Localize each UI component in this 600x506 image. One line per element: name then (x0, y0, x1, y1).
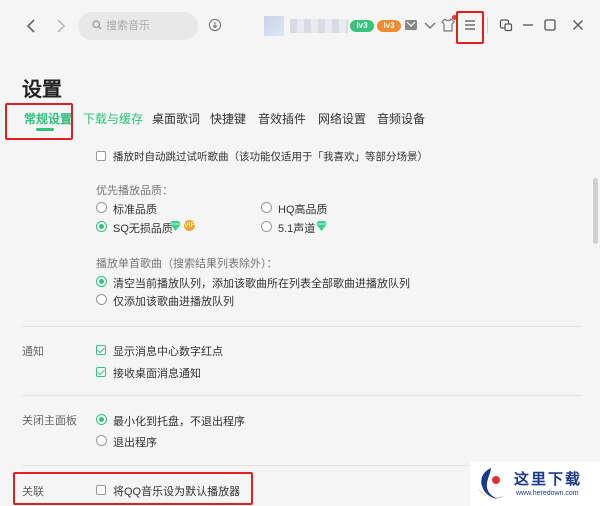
close-exit-label: 退出程序 (113, 437, 157, 449)
mini-mode-icon[interactable] (498, 17, 514, 33)
highlight-association-row (13, 472, 253, 505)
single-song-heading: 播放单首歌曲（搜索结果列表除外）： (96, 258, 278, 270)
diamond-icon (170, 221, 181, 231)
section-divider (22, 326, 582, 327)
skip-trial-checkbox[interactable] (96, 151, 106, 161)
chevron-down-icon[interactable] (422, 17, 438, 33)
search-placeholder: 搜索音乐 (106, 20, 150, 32)
tab-audio-device[interactable]: 音频设备 (377, 110, 425, 127)
back-arrow-icon[interactable] (22, 16, 42, 36)
quality-hq-label: HQ高品质 (278, 204, 328, 216)
close-exit-radio[interactable] (96, 435, 107, 446)
settings-tabs: 常规设置 下载与缓存 桌面歌词 快捷键 音效插件 网络设置 音频设备 (0, 106, 600, 136)
single-song-add-radio[interactable] (96, 294, 107, 305)
notify-red-dot-label: 显示消息中心数字红点 (113, 346, 223, 358)
single-song-replace-radio[interactable] (96, 276, 107, 287)
highlight-menu-button (456, 11, 484, 44)
quality-sq-label: SQ无损品质 (113, 223, 173, 235)
search-icon (92, 20, 102, 30)
tab-desktop-lyrics[interactable]: 桌面歌词 (152, 110, 200, 127)
quality-51-label: 5.1声道 (278, 223, 316, 235)
notify-desktop-checkbox[interactable] (96, 367, 106, 377)
close-panel-section-label: 关闭主面板 (22, 415, 77, 427)
close-minimize-label: 最小化到托盘，不退出程序 (113, 416, 245, 428)
tab-shortcuts[interactable]: 快捷键 (210, 110, 246, 127)
tab-download-cache[interactable]: 下载与缓存 (83, 110, 143, 127)
close-icon[interactable] (570, 17, 586, 33)
watermark-chinese: 这里下载 (514, 470, 583, 488)
tab-network[interactable]: 网络设置 (318, 110, 366, 127)
watermark-url: www.heredown.com (516, 490, 579, 497)
quality-standard-label: 标准品质 (113, 204, 157, 216)
single-song-add-label: 仅添加该歌曲进播放队列 (113, 296, 234, 308)
quality-heading: 优先播放品质： (96, 185, 173, 197)
quality-standard-radio[interactable] (96, 202, 107, 213)
notify-desktop-label: 接收桌面消息通知 (113, 368, 201, 380)
message-icon[interactable] (403, 17, 419, 33)
scrollbar-thumb[interactable] (593, 178, 598, 244)
highlight-general-tab (5, 103, 73, 140)
minimize-icon[interactable] (520, 17, 536, 33)
close-minimize-radio[interactable] (96, 414, 107, 425)
toolbar-divider (487, 17, 488, 33)
voice-search-icon[interactable] (208, 18, 222, 32)
skip-trial-label: 播放时自动跳过试听歌曲（该功能仅适用于「我喜欢」等部分场景） (113, 151, 428, 163)
maximize-icon[interactable] (542, 17, 558, 33)
vip-coin-icon: VIP (184, 220, 196, 231)
quality-51-radio[interactable] (261, 221, 272, 232)
single-song-replace-label: 清空当前播放队列，添加该歌曲所在列表全部歌曲进播放队列 (113, 278, 410, 290)
watermark-logo-icon (478, 468, 504, 499)
svip-badge[interactable]: lv3 (350, 20, 374, 32)
vip-badge[interactable]: lv3 (377, 20, 401, 32)
section-divider (22, 395, 582, 396)
page-title: 设置 (22, 79, 62, 101)
quality-sq-radio[interactable] (96, 221, 107, 232)
quality-hq-radio[interactable] (261, 202, 272, 213)
forward-arrow-icon[interactable] (50, 16, 70, 36)
notify-section-label: 通知 (22, 346, 44, 358)
tab-sound-plugins[interactable]: 音效插件 (258, 110, 306, 127)
diamond-icon (316, 221, 327, 231)
username-blurred[interactable] (290, 19, 348, 33)
user-avatar[interactable] (264, 16, 284, 36)
notify-red-dot-checkbox[interactable] (96, 345, 106, 355)
